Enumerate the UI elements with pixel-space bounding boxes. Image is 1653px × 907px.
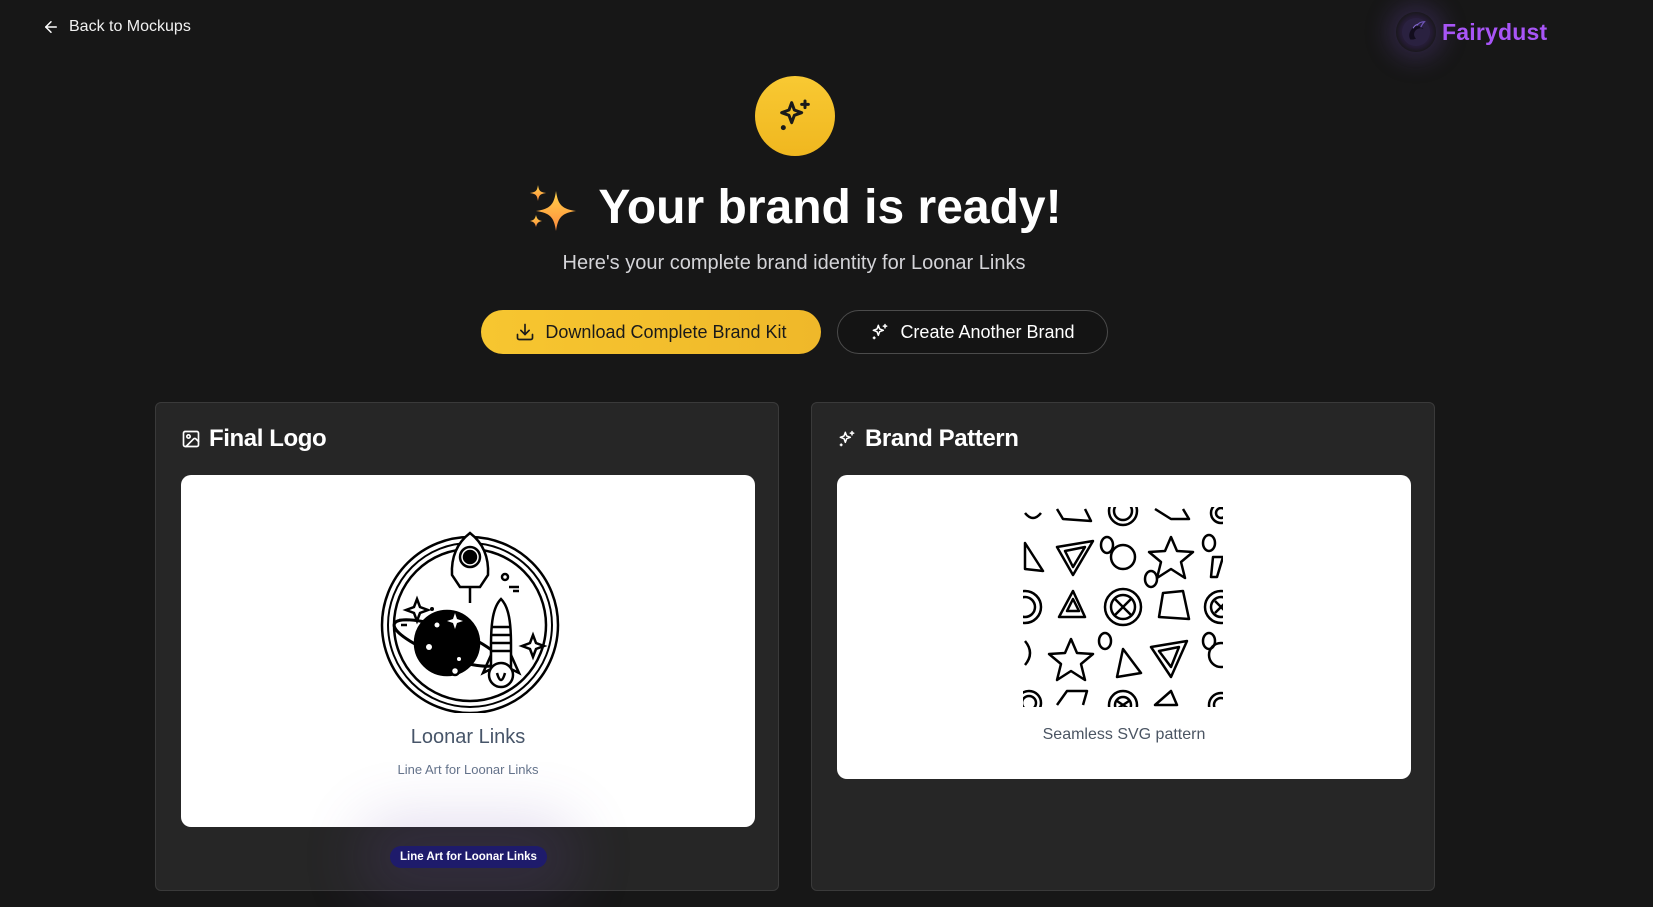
pattern-image <box>1023 507 1223 707</box>
logo-style-badge: Line Art for Loonar Links <box>390 846 547 868</box>
arrow-left-icon <box>45 21 57 33</box>
create-label: Create Another Brand <box>900 321 1075 342</box>
pattern-caption: Seamless SVG pattern <box>1042 726 1206 743</box>
brand-header[interactable]: Fairydust <box>1396 12 1547 52</box>
brand-pattern-card: Brand Pattern Seamless SVG pattern <box>811 402 1435 891</box>
sparkles-icon <box>839 430 855 447</box>
fairy-logo-icon <box>1396 12 1436 52</box>
logo-style-subtitle: Line Art for Loonar Links <box>397 762 539 777</box>
final-logo-card: Final Logo Loonar Links Line Art for Loo… <box>155 402 779 891</box>
create-another-brand-button[interactable]: Create Another Brand <box>837 310 1108 354</box>
download-icon <box>517 323 534 341</box>
image-icon <box>182 430 200 448</box>
page-subtitle: Here's your complete brand identity for … <box>562 252 1026 274</box>
brand-ready-page: Back to Mockups Fairydust Your brand is … <box>0 0 1653 907</box>
sparkles-emoji-icon <box>530 184 577 231</box>
logo-brand-name: Loonar Links <box>410 726 526 748</box>
back-to-mockups-link[interactable]: Back to Mockups <box>42 18 191 36</box>
page-title: Your brand is ready! <box>0 180 1588 235</box>
final-logo-heading: Final Logo <box>181 425 327 453</box>
logo-preview: Loonar Links Line Art for Loonar Links <box>181 475 755 827</box>
title-text: Your brand is ready! <box>598 181 1062 234</box>
pattern-preview: Seamless SVG pattern <box>837 475 1411 779</box>
brand-pattern-title: Brand Pattern <box>865 425 1019 452</box>
sparkles-badge <box>755 76 835 156</box>
brand-pattern-heading: Brand Pattern <box>837 425 1019 453</box>
download-brand-kit-button[interactable]: Download Complete Brand Kit <box>481 310 821 354</box>
sparkles-icon <box>780 99 810 131</box>
final-logo-title: Final Logo <box>209 425 327 452</box>
brand-name: Fairydust <box>1442 18 1548 45</box>
download-label: Download Complete Brand Kit <box>545 321 787 342</box>
sparkles-icon <box>873 323 888 340</box>
logo-image <box>380 531 560 713</box>
back-label: Back to Mockups <box>69 18 191 35</box>
